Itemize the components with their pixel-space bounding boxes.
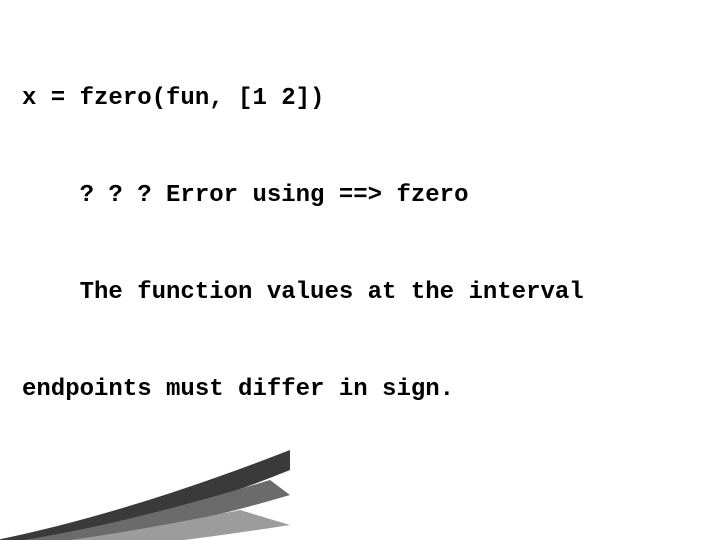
code-slide: x = fzero(fun, [1 2]) ? ? ? Error using … (0, 0, 720, 540)
code-line: endpoints must differ in sign. (22, 374, 702, 406)
code-line: ? ? ? Error using ==> fzero (22, 180, 702, 212)
blank-line (22, 471, 702, 503)
code-line: x = fzero(fun, [1 2]) (22, 83, 702, 115)
code-line: The function values at the interval (22, 277, 702, 309)
